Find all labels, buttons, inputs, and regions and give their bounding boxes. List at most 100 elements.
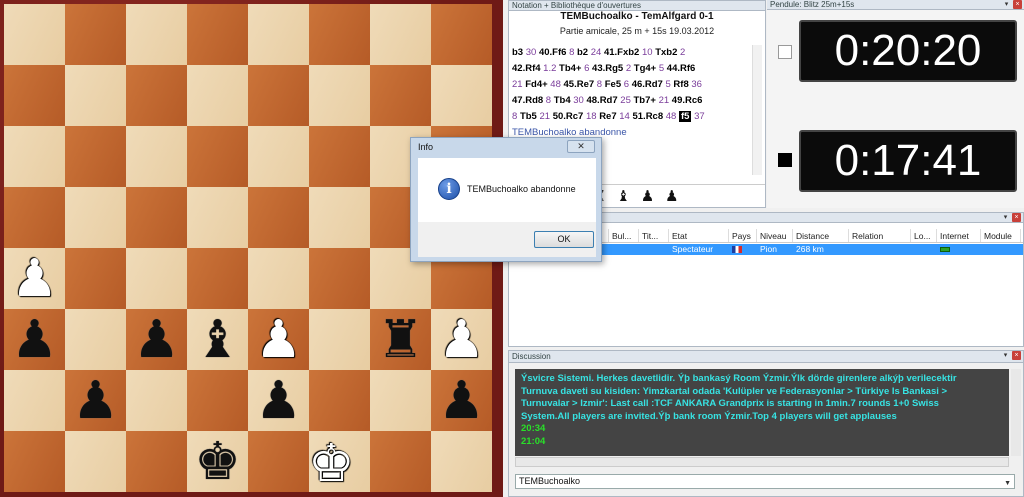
column-header[interactable]: Niveau	[757, 229, 793, 242]
board-square[interactable]	[248, 431, 309, 492]
board-square[interactable]	[309, 187, 370, 248]
board-square[interactable]	[65, 187, 126, 248]
move-item[interactable]: 48.Rd7	[586, 95, 617, 106]
dropdown-icon[interactable]: ▾	[1002, 0, 1011, 9]
board-square[interactable]: ♟	[431, 370, 492, 431]
board-square[interactable]	[4, 370, 65, 431]
dialog-close-button[interactable]: ✕	[567, 140, 595, 153]
white-pawn-icon[interactable]: ♟	[11, 253, 58, 305]
black-pawn-icon[interactable]: ♟	[133, 314, 180, 366]
move-item[interactable]: 44.Rf6	[667, 63, 696, 74]
board-square[interactable]: ♟	[248, 309, 309, 370]
move-item[interactable]: 47.Rd8	[512, 95, 543, 106]
board-square[interactable]	[187, 187, 248, 248]
board-square[interactable]: ♟	[248, 370, 309, 431]
move-item[interactable]: 45.Re7	[564, 79, 595, 90]
board-square[interactable]	[248, 187, 309, 248]
move-item[interactable]: b2	[577, 47, 588, 58]
board-square[interactable]	[126, 431, 187, 492]
board-square[interactable]: ♟	[4, 309, 65, 370]
move-item[interactable]: Tb4+	[559, 63, 581, 74]
chat-scrollbar[interactable]	[1011, 369, 1021, 456]
black-pawn-icon[interactable]: ♟	[72, 375, 119, 427]
column-header[interactable]: Etat	[669, 229, 729, 242]
board-square[interactable]	[248, 126, 309, 187]
board-square[interactable]	[370, 370, 431, 431]
board-square[interactable]: ♚	[187, 431, 248, 492]
board-square[interactable]	[126, 65, 187, 126]
column-header[interactable]: Relation	[849, 229, 911, 242]
board-square[interactable]	[370, 4, 431, 65]
column-header[interactable]: Lo...	[911, 229, 937, 242]
board-square[interactable]	[248, 4, 309, 65]
board-square[interactable]	[370, 431, 431, 492]
black-pawn-icon[interactable]: ♟	[11, 314, 58, 366]
board-square[interactable]	[65, 126, 126, 187]
move-item[interactable]: Tb7+	[634, 95, 656, 106]
board-square[interactable]: ♝	[187, 309, 248, 370]
close-icon[interactable]: ×	[1012, 351, 1021, 360]
column-header[interactable]: Distance	[793, 229, 849, 242]
board-square[interactable]	[65, 65, 126, 126]
board-square[interactable]	[248, 248, 309, 309]
move-item[interactable]: Tb5	[520, 111, 537, 122]
move-item[interactable]: Txb2	[655, 47, 677, 58]
board-square[interactable]: ♜	[370, 309, 431, 370]
move-item[interactable]: 50.Rc7	[553, 111, 584, 122]
board-square[interactable]	[4, 65, 65, 126]
chat-recipient-select[interactable]: TEMBuchoalko ▼	[515, 474, 1015, 489]
board-square[interactable]	[309, 4, 370, 65]
move-item[interactable]: 42.Rf4	[512, 63, 541, 74]
dropdown-icon[interactable]: ▾	[1001, 351, 1010, 360]
board-square[interactable]	[187, 370, 248, 431]
move-item[interactable]: 46.Rd7	[632, 79, 663, 90]
board-square[interactable]	[65, 431, 126, 492]
board-square[interactable]	[309, 309, 370, 370]
black-pawn-icon[interactable]: ♟	[255, 375, 302, 427]
board-square[interactable]	[65, 248, 126, 309]
move-item[interactable]: 49.Rc6	[672, 95, 703, 106]
board-square[interactable]	[126, 126, 187, 187]
board-square[interactable]: ♟	[4, 248, 65, 309]
black-pawn-icon[interactable]: ♟	[438, 375, 485, 427]
board-square[interactable]	[187, 248, 248, 309]
black-bishop-icon[interactable]: ♝	[194, 314, 241, 366]
close-icon[interactable]: ×	[1013, 0, 1022, 9]
column-header[interactable]: Module	[981, 229, 1021, 242]
move-item[interactable]: b3	[512, 47, 523, 58]
white-king-icon[interactable]: ♚	[308, 438, 355, 490]
move-item[interactable]: 51.Rc8	[632, 111, 663, 122]
column-header[interactable]: Bul...	[609, 229, 639, 242]
move-item[interactable]: 41.Fxb2	[604, 47, 639, 58]
board-square[interactable]	[370, 65, 431, 126]
board-square[interactable]	[309, 65, 370, 126]
board-square[interactable]	[65, 4, 126, 65]
board-square[interactable]	[126, 4, 187, 65]
board-square[interactable]	[126, 187, 187, 248]
notation-scrollbar[interactable]	[752, 45, 762, 175]
move-item[interactable]: Fe5	[605, 79, 621, 90]
board-square[interactable]	[187, 126, 248, 187]
board-square[interactable]	[4, 126, 65, 187]
board-square[interactable]	[4, 187, 65, 248]
board-square[interactable]: ♟	[126, 309, 187, 370]
board-square[interactable]	[126, 248, 187, 309]
move-item[interactable]: 40.Ff6	[539, 47, 566, 58]
column-header[interactable]: Tit...	[639, 229, 669, 242]
board-square[interactable]	[309, 370, 370, 431]
dropdown-icon[interactable]: ▾	[1001, 213, 1010, 222]
board-square[interactable]	[187, 4, 248, 65]
move-item[interactable]: f5	[678, 111, 692, 122]
board-square[interactable]	[431, 431, 492, 492]
white-pawn-icon[interactable]: ♟	[255, 314, 302, 366]
board-square[interactable]	[309, 248, 370, 309]
move-item[interactable]: 43.Rg5	[592, 63, 623, 74]
black-rook-icon[interactable]: ♜	[377, 314, 424, 366]
ok-button[interactable]: OK	[534, 231, 594, 248]
move-item[interactable]: Fd4+	[525, 79, 547, 90]
board-square[interactable]	[187, 65, 248, 126]
chat-horizontal-scrollbar[interactable]	[515, 457, 1009, 467]
column-header[interactable]: Pays	[729, 229, 757, 242]
board-square[interactable]: ♟	[431, 309, 492, 370]
black-king-icon[interactable]: ♚	[194, 436, 241, 488]
